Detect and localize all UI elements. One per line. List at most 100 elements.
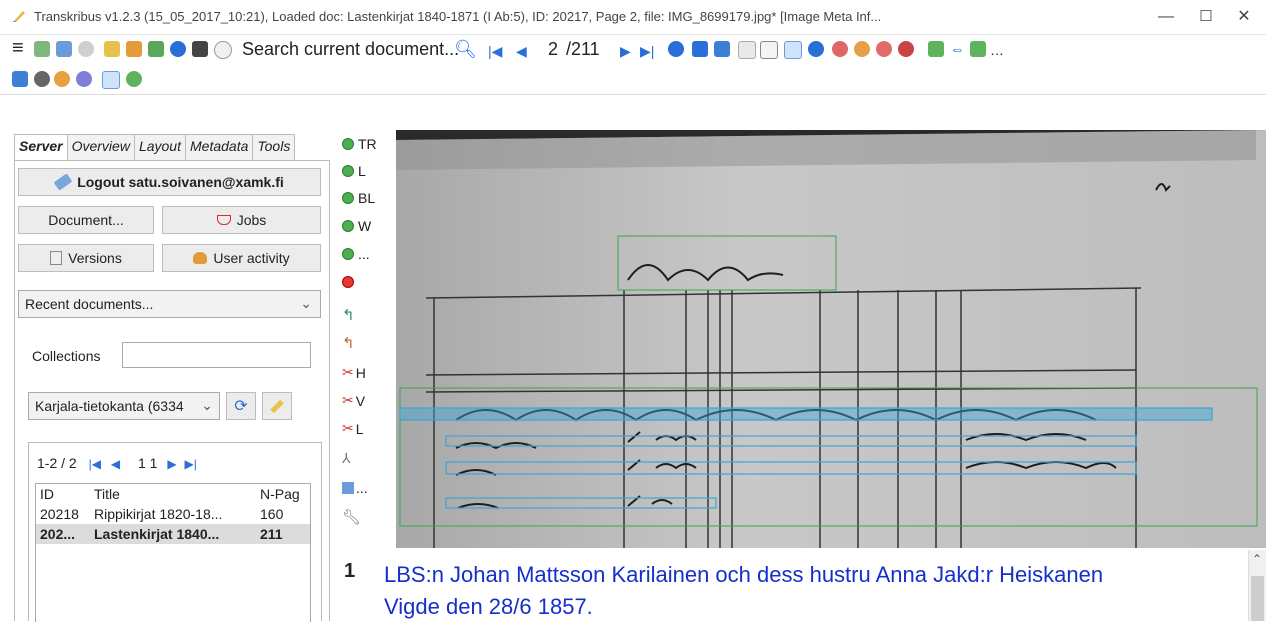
- first-page-icon[interactable]: |◀: [89, 457, 101, 471]
- jobs-button[interactable]: Jobs: [162, 206, 321, 234]
- split-horizontal-button[interactable]: ✂ H: [342, 364, 366, 381]
- close-button[interactable]: ✕: [1224, 6, 1264, 28]
- scrollbar-thumb[interactable]: [1251, 576, 1264, 621]
- more-tools-icon[interactable]: …: [990, 42, 1004, 58]
- fit-page-icon[interactable]: [928, 41, 944, 57]
- user-activity-button[interactable]: User activity: [162, 244, 321, 272]
- chevron-down-icon: ⌄: [300, 295, 312, 311]
- zoom-selection-icon[interactable]: [832, 41, 848, 57]
- maximize-button[interactable]: ☐: [1186, 6, 1226, 28]
- scissors-icon: ✂: [342, 364, 354, 380]
- recent-documents-dropdown[interactable]: Recent documents... ⌄: [18, 290, 321, 318]
- tab-tools[interactable]: Tools: [252, 134, 296, 160]
- cell-title: Rippikirjat 1820-18...: [94, 506, 223, 522]
- next-page-icon[interactable]: ▶: [620, 43, 631, 60]
- edit-icon[interactable]: [102, 71, 120, 89]
- help-icon[interactable]: [76, 71, 92, 87]
- editor-scrollbar[interactable]: ⌃: [1248, 550, 1266, 621]
- tab-overview[interactable]: Overview: [66, 134, 135, 160]
- search-icon[interactable]: 🔍︎: [454, 39, 477, 60]
- settings-icon[interactable]: [78, 41, 94, 57]
- reload-icon[interactable]: [668, 41, 684, 57]
- remove-shape-button[interactable]: [342, 276, 358, 288]
- save-icon[interactable]: [692, 41, 708, 57]
- fit-height-icon[interactable]: [970, 41, 986, 57]
- collections-input[interactable]: [122, 342, 311, 368]
- add-line-button[interactable]: L: [342, 163, 366, 179]
- panel-icon[interactable]: [12, 71, 28, 87]
- add-text-region-button[interactable]: TR: [342, 136, 377, 152]
- select-cursor-icon[interactable]: [784, 41, 802, 59]
- open-folder-icon[interactable]: [104, 41, 120, 57]
- tool-label: ...: [358, 246, 370, 262]
- more-shape-tools-button[interactable]: ...: [342, 480, 368, 496]
- edit-collection-button[interactable]: [262, 392, 292, 420]
- add-point-button[interactable]: ↰: [342, 306, 355, 324]
- save-as-icon[interactable]: [714, 41, 730, 57]
- prev-page-icon[interactable]: ◀: [516, 43, 527, 60]
- menu-icon[interactable]: ≡: [12, 37, 24, 60]
- last-page-icon[interactable]: ▶|: [184, 457, 196, 471]
- scroll-up-icon[interactable]: ⌃: [1252, 552, 1262, 566]
- doc-pager: 1-2 / 2 |◀ ◀ 1 1 ▶ ▶|: [37, 455, 197, 471]
- transcription-line-2[interactable]: Vigde den 28/6 1857.: [384, 594, 593, 620]
- zoom-reset-icon[interactable]: [898, 41, 914, 57]
- tab-metadata[interactable]: Metadata: [185, 134, 254, 160]
- contrast-icon[interactable]: [34, 71, 50, 87]
- tab-server[interactable]: Server: [14, 134, 68, 160]
- split-vertical-button[interactable]: ✂ V: [342, 392, 365, 409]
- fit-width-icon[interactable]: ⇔: [950, 41, 965, 58]
- image-canvas[interactable]: [396, 130, 1266, 548]
- transcription-editor[interactable]: 1 LBS:n Johan Mattsson Karilainen och de…: [338, 550, 1266, 621]
- split-line-button[interactable]: ✂ L: [342, 420, 364, 437]
- window-icon[interactable]: [56, 41, 72, 57]
- add-baseline-button[interactable]: BL: [342, 190, 375, 206]
- bug-icon[interactable]: [126, 71, 142, 87]
- table-row-selected[interactable]: 202... Lastenkirjat 1840... 211: [36, 524, 310, 544]
- wrench-button[interactable]: 🔧︎: [342, 508, 361, 526]
- refresh-icon[interactable]: [170, 41, 186, 57]
- column-id[interactable]: ID: [36, 484, 90, 504]
- line-number: 1: [344, 560, 356, 582]
- add-icon: [342, 138, 354, 150]
- add-more-button[interactable]: ...: [342, 246, 370, 262]
- zoom-in-icon[interactable]: [854, 41, 870, 57]
- merge-button[interactable]: ⅄: [342, 450, 351, 467]
- reload-collection-button[interactable]: ⟳: [226, 392, 256, 420]
- tab-layout[interactable]: Layout: [133, 134, 186, 160]
- add-word-button[interactable]: W: [342, 218, 371, 234]
- document-button[interactable]: Document...: [18, 206, 154, 234]
- column-npages[interactable]: N-Pag: [256, 484, 310, 504]
- minimize-button[interactable]: —: [1146, 6, 1186, 28]
- page-number-input[interactable]: 2: [548, 39, 558, 60]
- collection-selected: Karjala-tietokanta (6334: [35, 398, 184, 414]
- plugin-icon[interactable]: [54, 71, 70, 87]
- transcription-line-1[interactable]: LBS:n Johan Mattsson Karilainen och dess…: [384, 562, 1103, 588]
- zoom-out-icon[interactable]: [876, 41, 892, 57]
- logout-button[interactable]: Logout satu.soivanen@xamk.fi: [18, 168, 321, 196]
- import-icon[interactable]: [126, 41, 142, 57]
- collections-label: Collections: [32, 348, 101, 364]
- cup-icon[interactable]: [214, 41, 232, 59]
- prev-page-icon[interactable]: ◀: [111, 457, 120, 471]
- find-icon[interactable]: [192, 41, 208, 57]
- view-icon[interactable]: [808, 41, 824, 57]
- column-title[interactable]: Title: [90, 484, 256, 504]
- last-page-icon[interactable]: ▶|: [640, 43, 654, 60]
- first-page-icon[interactable]: |◀: [488, 43, 502, 60]
- export-icon[interactable]: [148, 41, 164, 57]
- layout-icon[interactable]: [34, 41, 50, 57]
- table-row[interactable]: 20218 Rippikirjat 1820-18... 160: [36, 504, 310, 524]
- copy-icon[interactable]: [738, 41, 756, 59]
- collection-select[interactable]: Karjala-tietokanta (6334 ⌄: [28, 392, 220, 420]
- pager-page[interactable]: 1: [138, 455, 146, 471]
- transkribus-logo-icon: [13, 11, 25, 22]
- remove-point-button[interactable]: ↰: [342, 334, 355, 352]
- page-icon[interactable]: [760, 41, 778, 59]
- search-document-button[interactable]: Search current document...: [242, 39, 459, 60]
- recent-documents-label: Recent documents...: [25, 296, 154, 312]
- versions-button[interactable]: Versions: [18, 244, 154, 272]
- document-image: [396, 130, 1266, 548]
- next-page-icon[interactable]: ▶: [167, 457, 176, 471]
- table-header: ID Title N-Pag: [36, 484, 310, 504]
